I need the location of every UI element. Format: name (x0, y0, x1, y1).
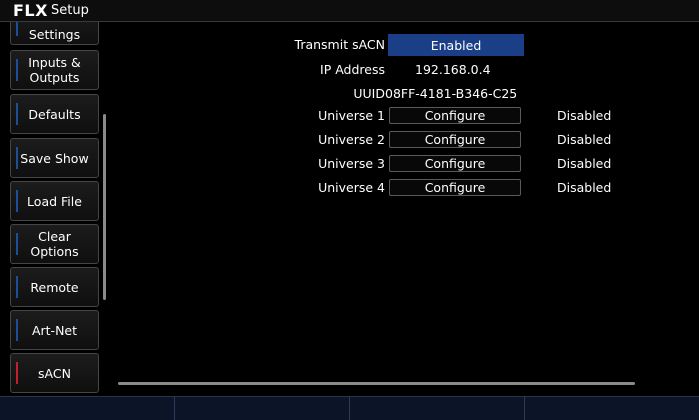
sidebar-item-label: Load File (27, 193, 82, 209)
sidebar-item-label: Inputs & Outputs (28, 55, 81, 85)
universe-2-status: Disabled (557, 132, 612, 147)
item-accent (16, 103, 18, 125)
universe-4-configure-button[interactable]: Configure (389, 179, 521, 196)
ip-address-label: IP Address (320, 62, 385, 77)
sidebar-item-label: Art-Net (31, 322, 78, 338)
sidebar-item-load-file[interactable]: Load File (10, 181, 99, 221)
app-logo: FLX (13, 1, 48, 20)
item-accent (16, 319, 18, 341)
sidebar-item-label: Defaults (28, 106, 81, 122)
sidebar-item-label: sACN (38, 365, 71, 381)
sidebar-scrollbar[interactable] (103, 114, 106, 300)
sidebar-item-remote[interactable]: Remote (10, 267, 99, 307)
sidebar-item-inputs-outputs[interactable]: Inputs & Outputs (10, 50, 99, 90)
sidebar-item-label: Settings (28, 26, 81, 42)
sidebar-item-sacn[interactable]: sACN (10, 353, 99, 393)
universe-3-configure-button[interactable]: Configure (389, 155, 521, 172)
universe-4-label: Universe 4 (318, 180, 385, 195)
universe-1-configure-button[interactable]: Configure (389, 107, 521, 124)
universe-1-label: Universe 1 (318, 108, 385, 123)
item-accent (16, 147, 18, 169)
item-accent (16, 190, 18, 212)
universe-2-configure-button[interactable]: Configure (389, 131, 521, 148)
universe-1-status: Disabled (557, 108, 612, 123)
universe-4-status: Disabled (557, 180, 612, 195)
item-accent (16, 233, 18, 255)
softkey-bar (0, 396, 699, 420)
sidebar-item-label: Remote (30, 279, 79, 295)
softkey-3[interactable] (350, 397, 525, 420)
app-title: Setup (51, 3, 89, 18)
softkey-2[interactable] (175, 397, 350, 420)
universe-3-status: Disabled (557, 156, 612, 171)
sidebar-item-art-net[interactable]: Art-Net (10, 310, 99, 350)
sidebar-item-save-show[interactable]: Save Show (10, 138, 99, 178)
sidebar-item-clear-options[interactable]: Clear Options (10, 224, 99, 264)
sidebar-item-label: Clear Options (30, 229, 79, 259)
sidebar-item-defaults[interactable]: Defaults (10, 94, 99, 134)
transmit-sacn-label: Transmit sACN (294, 37, 385, 52)
sidebar: Settings Inputs & Outputs Defaults Save … (0, 22, 112, 396)
universe-2-label: Universe 2 (318, 132, 385, 147)
title-bar: FLX Setup (0, 0, 699, 22)
item-accent (16, 59, 18, 81)
transmit-sacn-toggle[interactable]: Enabled (388, 34, 524, 56)
softkey-4[interactable] (525, 397, 699, 420)
content-scrollbar[interactable] (118, 382, 635, 385)
uuid-label: UUID (353, 86, 385, 101)
sidebar-item-settings[interactable]: Settings (10, 22, 99, 45)
sidebar-item-label: Save Show (20, 150, 89, 166)
uuid-value: 08FF-4181-B346-C25 (385, 86, 518, 101)
universe-3-label: Universe 3 (318, 156, 385, 171)
ip-address-value: 192.168.0.4 (415, 62, 491, 77)
item-accent (16, 276, 18, 298)
item-accent (16, 22, 18, 36)
softkey-1[interactable] (0, 397, 175, 420)
item-accent (16, 362, 18, 384)
